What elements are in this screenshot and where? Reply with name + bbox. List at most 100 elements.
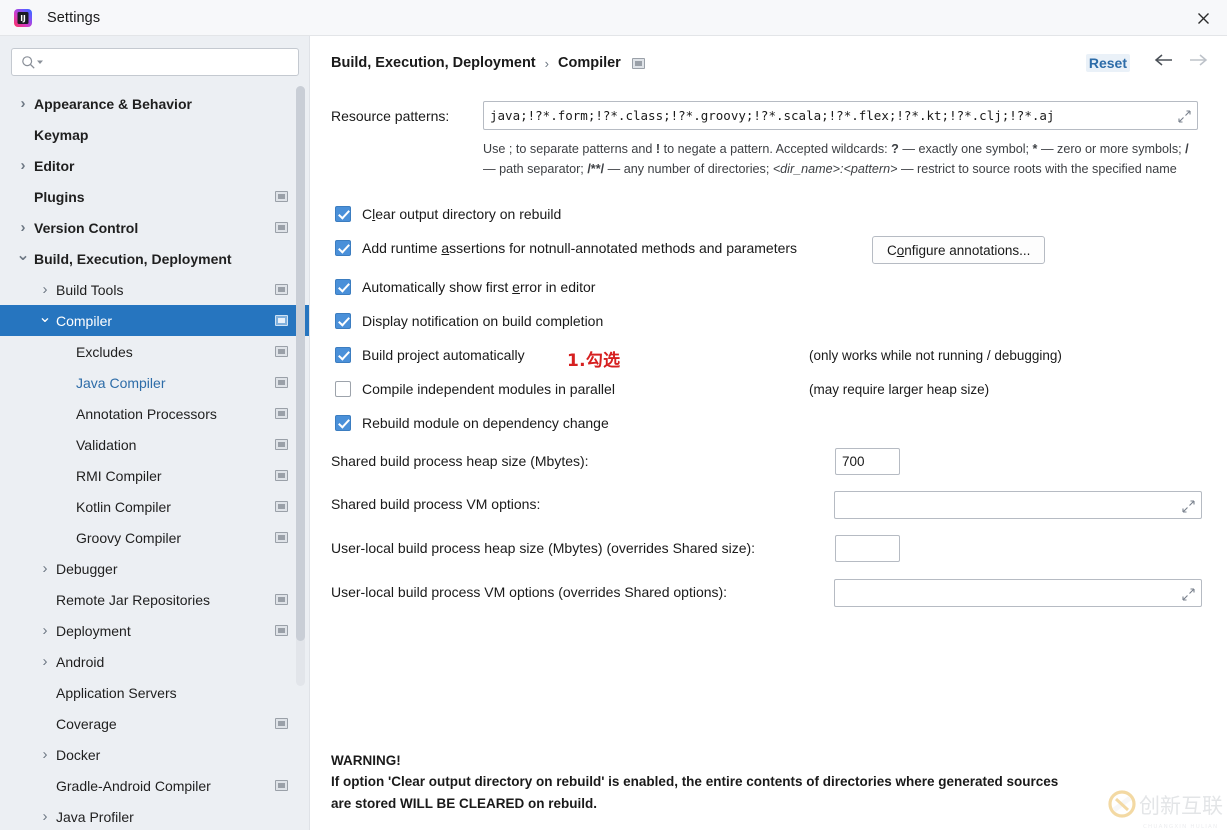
chevron-right-icon[interactable]: › <box>16 221 30 235</box>
resource-patterns-input[interactable] <box>484 102 1197 129</box>
project-settings-icon[interactable] <box>275 284 288 295</box>
sidebar-item-rmi-compiler[interactable]: RMI Compiler <box>0 460 310 491</box>
sidebar-item-version-control[interactable]: ›Version Control <box>0 212 310 243</box>
checkbox-row-display-notification-on-build[interactable]: Display notification on build completion <box>335 311 603 331</box>
field-box-user-local-build-process-vm[interactable] <box>834 579 1202 607</box>
reset-button[interactable]: Reset <box>1086 54 1130 72</box>
checkbox-label: Add runtime assertions for notnull-annot… <box>362 240 797 256</box>
sidebar-item-annotation-processors[interactable]: Annotation Processors <box>0 398 310 429</box>
field-input-user-local-build-process-vm[interactable] <box>835 580 1201 606</box>
project-settings-icon[interactable] <box>275 315 288 326</box>
search-input[interactable] <box>49 55 292 70</box>
project-settings-icon[interactable] <box>275 346 288 357</box>
chevron-down-icon[interactable]: ⌄ <box>38 314 52 328</box>
field-input-shared-build-process-vm-options[interactable] <box>835 492 1201 518</box>
checkbox-row-add-runtime-assertions-for[interactable]: Add runtime assertions for notnull-annot… <box>335 238 797 258</box>
chevron-right-icon[interactable]: › <box>38 624 52 638</box>
sidebar-item-build-execution-deployment[interactable]: ⌄Build, Execution, Deployment <box>0 243 310 274</box>
help-globstar: /**/ <box>587 162 604 176</box>
project-settings-icon[interactable] <box>275 222 288 233</box>
sidebar-item-keymap[interactable]: Keymap <box>0 119 310 150</box>
checkbox-row-rebuild-module-on-dependency[interactable]: Rebuild module on dependency change <box>335 413 609 433</box>
project-settings-icon[interactable] <box>275 625 288 636</box>
chevron-right-icon[interactable]: › <box>38 655 52 669</box>
field-box-user-local-build-process-heap[interactable] <box>835 535 900 562</box>
project-settings-icon[interactable] <box>275 594 288 605</box>
checkbox-build-project-automatically[interactable] <box>335 347 351 363</box>
field-box-shared-build-process-heap-size[interactable] <box>835 448 900 475</box>
chevron-right-icon[interactable]: › <box>38 562 52 576</box>
chevron-right-icon[interactable]: › <box>16 97 30 111</box>
project-settings-icon[interactable] <box>275 191 288 202</box>
sidebar-item-java-compiler[interactable]: Java Compiler <box>0 367 310 398</box>
checkbox-automatically-show-first-error[interactable] <box>335 279 351 295</box>
sidebar-item-application-servers[interactable]: Application Servers <box>0 677 310 708</box>
chevron-right-icon[interactable]: › <box>38 283 52 297</box>
arrow-left-icon[interactable] <box>1153 52 1175 68</box>
field-box-shared-build-process-vm-options[interactable] <box>834 491 1202 519</box>
chevron-right-icon[interactable]: › <box>38 748 52 762</box>
sidebar-item-java-profiler[interactable]: ›Java Profiler <box>0 801 310 830</box>
checkbox-clear-output-directory-on[interactable] <box>335 206 351 222</box>
search-box[interactable] <box>11 48 299 76</box>
checkbox-label: Compile independent modules in parallel <box>362 381 615 397</box>
field-input-shared-build-process-heap-size[interactable] <box>836 449 899 474</box>
field-input-user-local-build-process-heap[interactable] <box>836 536 899 561</box>
sidebar-item-gradle-android-compiler[interactable]: Gradle-Android Compiler <box>0 770 310 801</box>
checkbox-label-post: rror in editor <box>520 279 595 295</box>
project-settings-icon[interactable] <box>275 377 288 388</box>
sidebar-item-kotlin-compiler[interactable]: Kotlin Compiler <box>0 491 310 522</box>
checkbox-row-clear-output-directory-on[interactable]: Clear output directory on rebuild <box>335 204 561 224</box>
project-settings-icon[interactable] <box>275 718 288 729</box>
checkbox-label: Automatically show first error in editor <box>362 279 595 295</box>
checkbox-row-compile-independent-modules-in[interactable]: Compile independent modules in parallel <box>335 379 615 399</box>
sidebar-item-android[interactable]: ›Android <box>0 646 310 677</box>
project-settings-icon[interactable] <box>275 532 288 543</box>
sidebar-item-appearance-behavior[interactable]: › Appearance & Behavior <box>0 88 310 119</box>
breadcrumb-root[interactable]: Build, Execution, Deployment <box>331 55 536 71</box>
project-settings-icon[interactable] <box>275 470 288 481</box>
sidebar-item-label: Appearance & Behavior <box>34 96 192 112</box>
sidebar-item-docker[interactable]: ›Docker <box>0 739 310 770</box>
sidebar-item-coverage[interactable]: Coverage <box>0 708 310 739</box>
expand-icon[interactable] <box>1178 110 1191 123</box>
checkbox-row-automatically-show-first-error[interactable]: Automatically show first error in editor <box>335 277 595 297</box>
checkbox-compile-independent-modules-in[interactable] <box>335 381 351 397</box>
checkbox-row-build-project-automatically[interactable]: Build project automatically <box>335 345 525 365</box>
checkbox-rebuild-module-on-dependency[interactable] <box>335 415 351 431</box>
configure-annotations-button[interactable]: Configure annotations... <box>872 236 1045 264</box>
sidebar-item-deployment[interactable]: ›Deployment <box>0 615 310 646</box>
sidebar-item-groovy-compiler[interactable]: Groovy Compiler <box>0 522 310 553</box>
expand-icon[interactable] <box>1182 500 1195 513</box>
project-settings-icon[interactable] <box>275 408 288 419</box>
chevron-down-icon[interactable]: ⌄ <box>16 252 30 266</box>
checkbox-label-mnemonic: e <box>512 279 520 295</box>
chevron-right-icon[interactable]: › <box>38 810 52 824</box>
project-settings-icon[interactable] <box>632 58 645 69</box>
sidebar-item-compiler[interactable]: ⌄Compiler <box>0 305 310 336</box>
project-settings-icon[interactable] <box>275 439 288 450</box>
chevron-right-icon[interactable]: › <box>16 159 30 173</box>
sidebar-item-excludes[interactable]: Excludes <box>0 336 310 367</box>
sidebar-item-editor[interactable]: ›Editor <box>0 150 310 181</box>
sidebar-item-remote-jar-repositories[interactable]: Remote Jar Repositories <box>0 584 310 615</box>
sidebar-item-plugins[interactable]: Plugins <box>0 181 310 212</box>
expand-icon[interactable] <box>1182 588 1195 601</box>
sidebar-item-build-tools[interactable]: ›Build Tools <box>0 274 310 305</box>
checkbox-add-runtime-assertions-for[interactable] <box>335 240 351 256</box>
close-icon[interactable] <box>1179 0 1227 36</box>
sidebar-item-validation[interactable]: Validation <box>0 429 310 460</box>
checkbox-display-notification-on-build[interactable] <box>335 313 351 329</box>
checkbox-label-pre: Compile independent modules in parallel <box>362 381 615 397</box>
chevron-down-icon[interactable] <box>36 53 44 71</box>
help-slash: / <box>1185 142 1189 156</box>
sidebar-item-debugger[interactable]: ›Debugger <box>0 553 310 584</box>
sidebar-item-label: Gradle-Android Compiler <box>56 778 211 794</box>
resource-patterns-field[interactable] <box>483 101 1198 130</box>
sidebar-scrollbar-thumb[interactable] <box>296 86 305 641</box>
project-settings-icon[interactable] <box>275 501 288 512</box>
help-p1: Use ; to separate patterns and <box>483 142 656 156</box>
sidebar-item-label: Coverage <box>56 716 117 732</box>
project-settings-icon[interactable] <box>275 780 288 791</box>
sidebar-item-label: Annotation Processors <box>76 406 217 422</box>
